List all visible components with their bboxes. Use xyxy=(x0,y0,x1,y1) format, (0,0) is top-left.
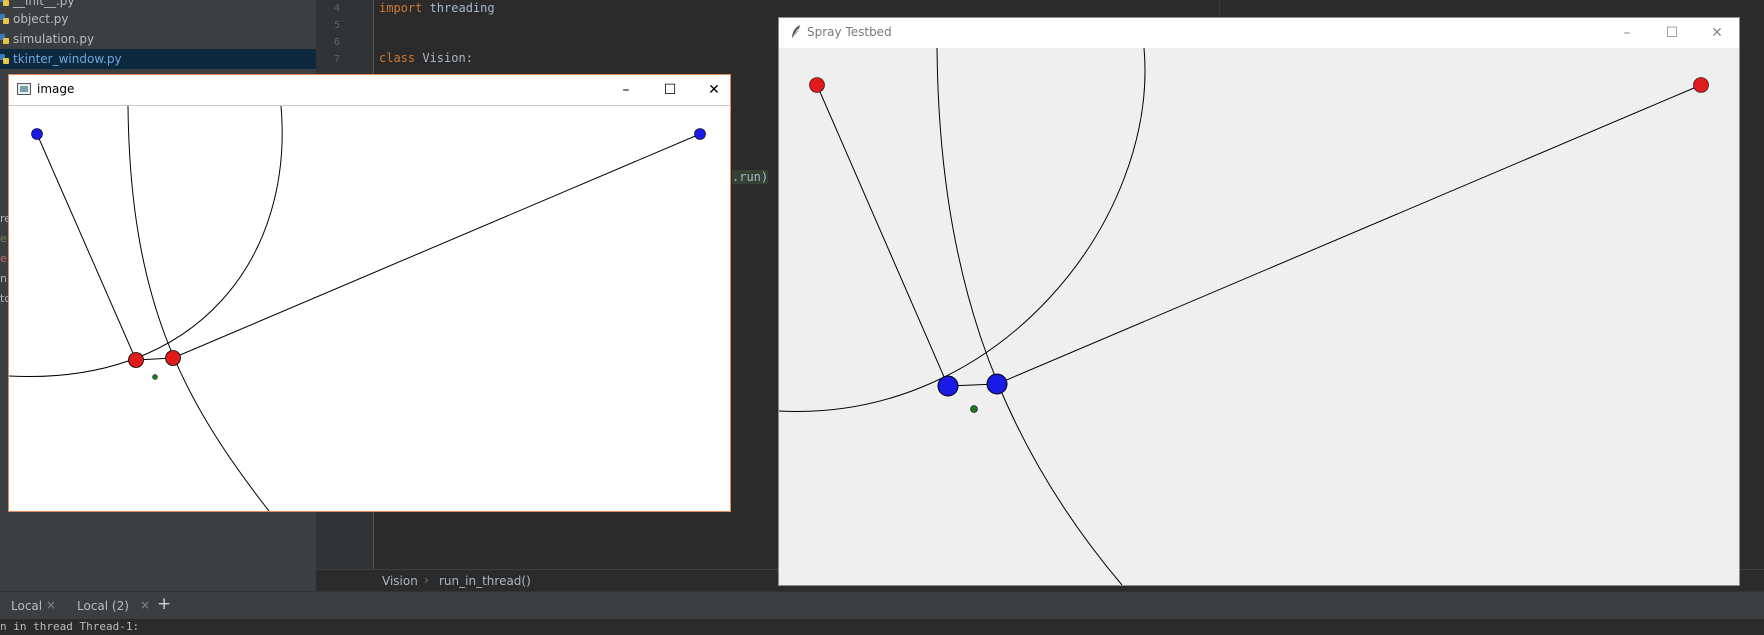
window-title: image xyxy=(37,82,75,96)
line-number: 5 xyxy=(333,20,340,31)
breadcrumb-separator: › xyxy=(424,573,429,587)
keyword: class xyxy=(379,51,416,65)
close-icon[interactable]: × xyxy=(46,598,56,612)
image-canvas[interactable] xyxy=(9,106,730,511)
joint-marker xyxy=(165,350,181,366)
terminal-tab-local[interactable]: Local × xyxy=(0,592,64,620)
arm-segment-left xyxy=(816,84,949,387)
breadcrumb-class[interactable]: Vision xyxy=(382,574,418,588)
feather-icon xyxy=(791,25,800,40)
close-icon: ✕ xyxy=(1711,25,1723,41)
file-item-object[interactable]: object.py xyxy=(0,9,316,29)
tab-label: Local (2) xyxy=(77,599,129,613)
file-item-simulation[interactable]: simulation.py xyxy=(0,29,316,49)
arm-segment-right xyxy=(172,133,701,359)
file-item-tkinter-window[interactable]: tkinter_window.py xyxy=(0,49,316,69)
maximize-icon: ☐ xyxy=(663,82,677,98)
endpoint-marker xyxy=(809,77,825,93)
joint-marker xyxy=(128,352,144,368)
reach-arc-far xyxy=(779,48,1146,412)
maximize-button[interactable]: ☐ xyxy=(648,75,692,105)
joint-marker xyxy=(986,373,1008,395)
add-tab-button[interactable]: + xyxy=(157,594,171,614)
window-icon xyxy=(17,83,31,95)
minimize-icon: – xyxy=(622,82,630,98)
file-label: simulation.py xyxy=(13,32,95,46)
maximize-icon: ☐ xyxy=(1665,25,1679,41)
window-title: Spray Testbed xyxy=(807,25,892,39)
terminal-line: n in thread Thread-1: xyxy=(0,620,140,633)
reach-arc-near xyxy=(127,106,270,511)
python-file-icon xyxy=(0,54,9,64)
target-point xyxy=(152,374,158,380)
reach-arc-far xyxy=(9,106,283,378)
arm-segment-left xyxy=(36,133,137,361)
keyword: import xyxy=(379,1,423,15)
code-line-import: import threading xyxy=(379,1,495,15)
python-file-icon xyxy=(0,0,9,6)
code-text: Vision: xyxy=(415,51,473,65)
line-number: 7 xyxy=(333,54,340,65)
close-icon: ✕ xyxy=(708,82,720,98)
side-fragment: e xyxy=(0,252,7,265)
python-file-icon xyxy=(0,14,9,24)
terminal-tab-bar: Local × Local (2) × + xyxy=(0,591,1764,620)
code-line-class: class Vision: xyxy=(379,51,473,65)
reach-arc-near xyxy=(936,48,1123,585)
minimize-button[interactable]: – xyxy=(1605,18,1649,48)
close-button[interactable]: ✕ xyxy=(692,75,736,105)
file-label: object.py xyxy=(13,12,69,26)
spray-testbed-window[interactable]: Spray Testbed – ☐ ✕ xyxy=(778,17,1740,586)
endpoint-marker xyxy=(31,128,43,140)
side-fragment: e xyxy=(0,232,7,245)
terminal-output[interactable]: n in thread Thread-1: xyxy=(0,619,1764,635)
image-window-titlebar[interactable]: image – ☐ ✕ xyxy=(9,75,730,106)
line-number: 4 xyxy=(333,3,340,14)
endpoint-marker xyxy=(694,128,706,140)
image-window[interactable]: image – ☐ ✕ xyxy=(8,74,731,512)
maximize-button[interactable]: ☐ xyxy=(1650,18,1694,48)
tab-label: Local xyxy=(11,599,43,613)
spray-testbed-titlebar[interactable]: Spray Testbed – ☐ ✕ xyxy=(779,18,1739,48)
terminal-tab-local-2[interactable]: Local (2) × xyxy=(66,592,152,620)
code-text: threading xyxy=(422,1,495,15)
endpoint-marker xyxy=(1693,77,1709,93)
breadcrumb-method[interactable]: run_in_thread() xyxy=(439,574,531,588)
target-point xyxy=(970,405,978,413)
minimize-icon: – xyxy=(1623,25,1631,41)
close-button[interactable]: ✕ xyxy=(1695,18,1739,48)
code-fragment: .run) xyxy=(732,170,769,184)
line-number: 6 xyxy=(333,37,340,48)
close-icon[interactable]: × xyxy=(140,598,150,612)
side-fragment: n xyxy=(0,272,7,285)
joint-marker xyxy=(937,375,959,397)
testbed-canvas[interactable] xyxy=(779,48,1739,585)
minimize-button[interactable]: – xyxy=(604,75,648,105)
file-label: tkinter_window.py xyxy=(13,52,122,66)
python-file-icon xyxy=(0,34,9,44)
arm-segment-right xyxy=(996,84,1702,385)
